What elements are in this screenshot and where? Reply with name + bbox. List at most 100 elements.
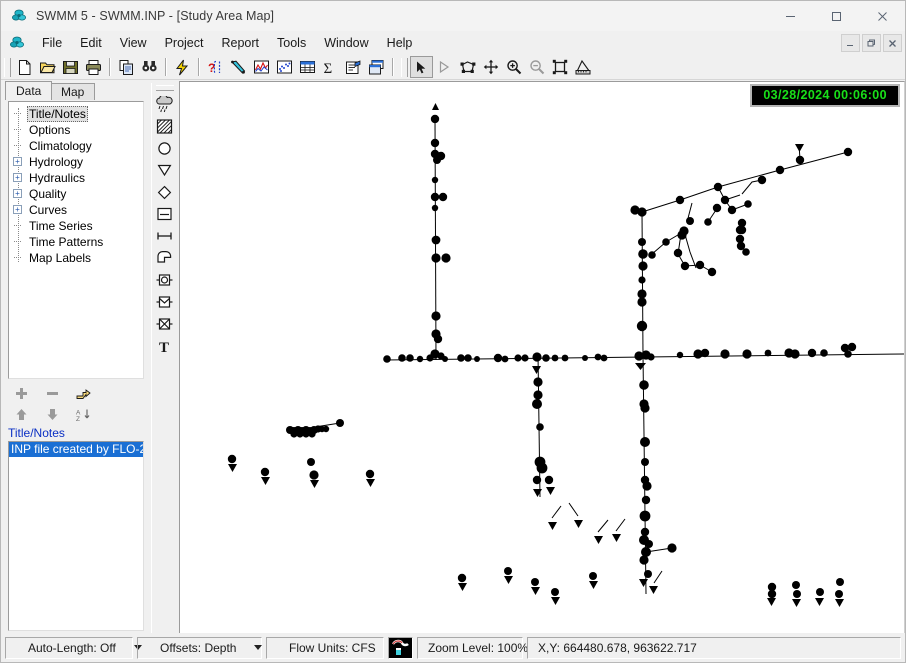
- junction-node-icon: [157, 141, 172, 156]
- scatter-plot-icon[interactable]: [273, 56, 296, 78]
- list-item[interactable]: INP file created by FLO-2D: [9, 442, 143, 457]
- save-file-icon[interactable]: [59, 56, 82, 78]
- title-bar: SWMM 5 - SWMM.INP - [Study Area Map]: [1, 1, 905, 31]
- orifice-tool[interactable]: [153, 269, 177, 291]
- expand-icon[interactable]: +: [13, 205, 22, 214]
- expand-icon[interactable]: +: [13, 173, 22, 182]
- open-file-icon[interactable]: [36, 56, 59, 78]
- editor-toolbar-row-2: AZ: [8, 404, 144, 425]
- weir-icon: [156, 295, 173, 309]
- tree-item-quality[interactable]: + Quality: [9, 186, 143, 202]
- pan-icon[interactable]: [479, 56, 502, 78]
- junction-tool[interactable]: [153, 137, 177, 159]
- mdi-restore-button[interactable]: [862, 34, 881, 52]
- rain-gage-tool[interactable]: [153, 93, 177, 115]
- window-maximize-button[interactable]: [813, 1, 859, 31]
- add-object-button[interactable]: [13, 385, 30, 402]
- toolbar-grip[interactable]: [4, 58, 11, 77]
- tree-item-map-labels[interactable]: Map Labels: [9, 250, 143, 266]
- divider-tool[interactable]: [153, 181, 177, 203]
- sort-button[interactable]: AZ: [75, 406, 92, 423]
- outlet-icon: [156, 317, 173, 331]
- mdi-minimize-button[interactable]: [841, 34, 860, 52]
- tree-item-label: Curves: [27, 203, 69, 217]
- toolbar-separator: [165, 58, 167, 76]
- outlet-tool[interactable]: [153, 313, 177, 335]
- text-label-icon: T: [157, 339, 172, 354]
- menu-help[interactable]: Help: [378, 34, 422, 52]
- notes-list[interactable]: INP file created by FLO-2D: [8, 441, 144, 631]
- move-down-button[interactable]: [44, 406, 61, 423]
- window-close-button[interactable]: [859, 1, 905, 31]
- tree-item-climatology[interactable]: Climatology: [9, 138, 143, 154]
- browser-tabs: Data Map: [5, 81, 149, 100]
- tree-item-hydrology[interactable]: + Hydrology: [9, 154, 143, 170]
- print-icon[interactable]: [82, 56, 105, 78]
- conduit-icon: [156, 230, 173, 242]
- outfall-tool[interactable]: [153, 159, 177, 181]
- zoom-out-icon[interactable]: [525, 56, 548, 78]
- tree-item-curves[interactable]: + Curves: [9, 202, 143, 218]
- storage-unit-tool[interactable]: [153, 203, 177, 225]
- menu-project[interactable]: Project: [156, 34, 213, 52]
- flow-units-label: Flow Units: CFS: [271, 641, 394, 655]
- zoom-in-icon[interactable]: [502, 56, 525, 78]
- statistics-icon[interactable]: Σ: [319, 56, 342, 78]
- menu-report[interactable]: Report: [212, 34, 268, 52]
- tree-item-options[interactable]: Options: [9, 122, 143, 138]
- tree-item-hydraulics[interactable]: + Hydraulics: [9, 170, 143, 186]
- find-icon[interactable]: [138, 56, 161, 78]
- palette-grip[interactable]: [156, 85, 174, 91]
- text-label-tool[interactable]: T: [153, 335, 177, 357]
- tree-item-time-series[interactable]: Time Series: [9, 218, 143, 234]
- expand-icon[interactable]: +: [13, 157, 22, 166]
- full-extent-icon[interactable]: [548, 56, 571, 78]
- menu-tools[interactable]: Tools: [268, 34, 315, 52]
- tree-item-title-notes[interactable]: Title/Notes: [9, 106, 143, 122]
- flow-units-combo[interactable]: Flow Units: CFS: [266, 637, 384, 659]
- time-series-plot-icon[interactable]: [250, 56, 273, 78]
- pump-tool[interactable]: [153, 247, 177, 269]
- conduit-tool[interactable]: [153, 225, 177, 247]
- menu-edit[interactable]: Edit: [71, 34, 111, 52]
- tree-item-time-patterns[interactable]: Time Patterns: [9, 234, 143, 250]
- hand-edit-icon: [76, 387, 91, 401]
- network-diagram[interactable]: [180, 82, 904, 634]
- map-toolbar-grip[interactable]: [401, 58, 408, 77]
- window-minimize-button[interactable]: [767, 1, 813, 31]
- map-tool-palette: T: [151, 83, 177, 633]
- move-up-button[interactable]: [13, 406, 30, 423]
- copy-icon[interactable]: [115, 56, 138, 78]
- chevron-down-icon[interactable]: [254, 645, 262, 650]
- table-icon[interactable]: [296, 56, 319, 78]
- menu-window[interactable]: Window: [315, 34, 377, 52]
- junction-nodes: [228, 115, 856, 598]
- query-icon[interactable]: ?: [204, 56, 227, 78]
- delete-object-button[interactable]: [44, 385, 61, 402]
- notes-section-title: Title/Notes: [8, 426, 65, 440]
- profile-plot-icon[interactable]: [227, 56, 250, 78]
- offsets-combo[interactable]: Offsets: Depth: [137, 637, 262, 659]
- study-area-map[interactable]: 03/28/2024 00:06:00: [179, 81, 905, 635]
- menu-file[interactable]: File: [33, 34, 71, 52]
- run-status-icon[interactable]: [388, 637, 413, 659]
- new-file-icon[interactable]: [13, 56, 36, 78]
- tree-connector-icon: [14, 129, 21, 131]
- menu-view[interactable]: View: [111, 34, 156, 52]
- mdi-close-button[interactable]: [883, 34, 902, 52]
- select-vertex-icon[interactable]: [433, 56, 456, 78]
- select-region-icon[interactable]: [456, 56, 479, 78]
- auto-length-combo[interactable]: Auto-Length: Off: [5, 637, 133, 659]
- tab-data[interactable]: Data: [5, 81, 52, 100]
- weir-tool[interactable]: [153, 291, 177, 313]
- measure-icon[interactable]: [571, 56, 594, 78]
- report-options-icon[interactable]: [342, 56, 365, 78]
- select-object-icon[interactable]: [410, 56, 433, 78]
- expand-icon[interactable]: +: [13, 189, 22, 198]
- run-simulation-icon[interactable]: [171, 56, 194, 78]
- tab-map[interactable]: Map: [50, 83, 95, 100]
- edit-object-button[interactable]: [75, 385, 92, 402]
- subcatchment-tool[interactable]: [153, 115, 177, 137]
- arrange-windows-icon[interactable]: [365, 56, 388, 78]
- swmm-logo-icon: [11, 8, 27, 24]
